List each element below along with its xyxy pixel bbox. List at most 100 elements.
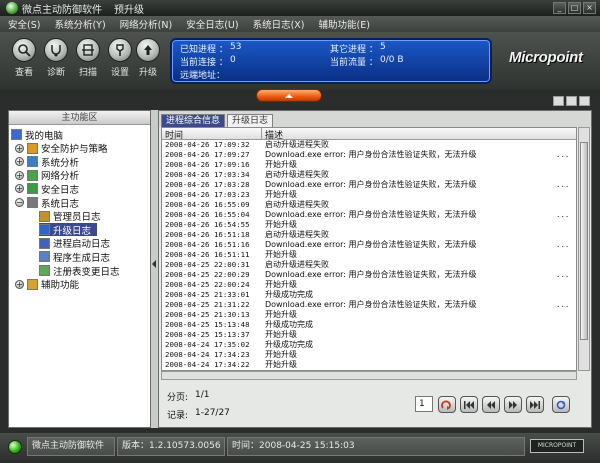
close-button[interactable]: × — [583, 2, 596, 14]
tab-bar: 进程综合信息 升级日志 — [159, 111, 591, 127]
table-row[interactable]: 2008-04-26 16:51:16 Download.exe error: 用… — [162, 240, 576, 250]
known-process-value: 53 — [230, 42, 242, 52]
cell-more — [556, 250, 576, 260]
view-mode-2-button[interactable] — [566, 96, 577, 106]
go-page-button[interactable] — [438, 396, 456, 413]
diagnose-button[interactable]: 诊断 — [42, 38, 70, 78]
minimize-button[interactable]: _ — [553, 2, 566, 14]
vertical-scrollbar[interactable] — [578, 127, 590, 371]
tree-item-label: 安全防护与策略 — [41, 144, 108, 156]
collapse-panel-button[interactable] — [256, 89, 322, 102]
table-row[interactable]: 2008-04-26 16:54:55 开始升级 — [162, 220, 576, 230]
column-time[interactable]: 时间 — [162, 128, 262, 141]
last-page-button[interactable] — [526, 396, 544, 413]
tree-item[interactable]: 我的电脑 — [11, 128, 63, 142]
tree-item-label: 系统日志 — [41, 198, 80, 210]
page-number-input[interactable]: 1 — [415, 396, 433, 412]
scan-button[interactable]: 扫描 — [74, 38, 102, 78]
table-row[interactable]: 2008-04-26 17:03:34 启动升级进程失败 — [162, 170, 576, 180]
previous-page-button[interactable] — [482, 396, 500, 413]
table-row[interactable]: 2008-04-24 17:34:23 开始升级 — [162, 350, 576, 360]
tree-expander-icon[interactable]: + — [15, 184, 24, 194]
tree-item[interactable]: 程序生成日志 — [39, 250, 116, 264]
table-row[interactable]: 2008-04-26 17:03:23 开始升级 — [162, 190, 576, 200]
tree-expander-icon[interactable]: − — [15, 198, 24, 207]
table-row[interactable]: 2008-04-26 17:03:28 Download.exe error: 用… — [162, 180, 576, 190]
menu-system-analysis[interactable]: 系统分析(Y) — [54, 17, 105, 31]
tree-item[interactable]: + 安全防护与策略 — [15, 142, 108, 155]
cell-time: 2008-04-25 21:30:13 — [165, 310, 250, 319]
refresh-log-button[interactable] — [552, 396, 570, 413]
tree-item[interactable]: 升级日志 — [39, 223, 98, 237]
tree-item[interactable]: + 辅助功能 — [15, 278, 79, 291]
cell-time: 2008-04-25 22:00:24 — [165, 280, 250, 289]
tree-node-icon — [39, 224, 50, 236]
cell-time: 2008-04-25 15:13:37 — [165, 330, 250, 339]
tree-expander-icon[interactable]: + — [15, 143, 24, 153]
menu-security-log[interactable]: 安全日志(U) — [186, 17, 238, 31]
column-description[interactable]: 描述 — [262, 128, 576, 141]
table-row[interactable]: 2008-04-26 16:55:09 启动升级进程失败 — [162, 200, 576, 210]
tree-expander-icon[interactable]: + — [15, 279, 24, 289]
menu-system-log[interactable]: 系统日志(X) — [253, 17, 305, 31]
maximize-button[interactable]: □ — [568, 2, 581, 14]
table-body: 2008-04-26 17:09:32 启动升级进程失败 2008-04-26 17… — [162, 140, 576, 370]
records-label: 记录: — [167, 411, 189, 421]
cell-more: ... — [556, 210, 570, 219]
table-row[interactable]: 2008-04-26 16:51:11 开始升级 — [162, 250, 576, 260]
cell-time: 2008-04-26 17:09:16 — [165, 160, 250, 169]
tree-item[interactable]: 管理员日志 — [39, 210, 107, 223]
table-row[interactable]: 2008-04-25 22:00:29 Download.exe error: 用… — [162, 270, 576, 280]
tree-item[interactable]: 注册表变更日志 — [39, 264, 126, 278]
cell-desc: Download.exe error: 用户身份合法性验证失败，无法升级 — [265, 270, 477, 279]
table-row[interactable]: 2008-04-26 17:09:27 Download.exe error: 用… — [162, 150, 576, 160]
view-mode-1-button[interactable] — [553, 96, 564, 106]
tree-item[interactable]: 进程启动日志 — [39, 237, 116, 250]
table-row[interactable]: 2008-04-26 17:09:16 开始升级 — [162, 160, 576, 170]
status-product: 微点主动防御软件 — [27, 437, 115, 456]
panel-splitter[interactable] — [151, 110, 158, 428]
table-row[interactable]: 2008-04-26 16:51:18 启动升级进程失败 — [162, 230, 576, 240]
upgrade-button[interactable]: 升级 — [134, 38, 162, 78]
menu-security[interactable]: 安全(S) — [8, 17, 40, 31]
scroll-thumb[interactable] — [580, 142, 588, 340]
tab-upgrade-log[interactable]: 升级日志 — [227, 114, 274, 127]
table-row[interactable]: 2008-04-25 21:33:01 升级成功完成 — [162, 290, 576, 300]
menu-bar: 安全(S) 系统分析(Y) 网络分析(N) 安全日志(U) 系统日志(X) 辅助… — [0, 16, 600, 32]
tree-item[interactable]: + 系统分析 — [15, 155, 79, 169]
table-row[interactable]: 2008-04-24 17:35:02 升级成功完成 — [162, 340, 576, 350]
cell-desc: 开始升级 — [265, 190, 297, 199]
tree-item[interactable]: + 网络分析 — [15, 169, 79, 182]
cell-more — [556, 170, 576, 180]
table-row[interactable]: 2008-04-24 17:34:22 开始升级 — [162, 360, 576, 370]
cell-desc: 升级成功完成 — [265, 340, 313, 349]
tree-expander-icon[interactable]: + — [15, 170, 24, 180]
tree-expander-icon[interactable]: + — [15, 157, 24, 167]
settings-button[interactable]: 设置 — [106, 38, 134, 78]
cell-more: ... — [556, 300, 570, 309]
cell-desc: Download.exe error: 用户身份合法性验证失败，无法升级 — [265, 150, 477, 159]
view-button[interactable]: 查看 — [10, 38, 38, 78]
cell-desc: 启动升级进程失败 — [265, 200, 329, 209]
menu-network-analysis[interactable]: 网络分析(N) — [120, 17, 173, 31]
table-row[interactable]: 2008-04-25 21:30:13 开始升级 — [162, 310, 576, 320]
table-row[interactable]: 2008-04-25 22:00:24 开始升级 — [162, 280, 576, 290]
menu-aux-functions[interactable]: 辅助功能(E) — [319, 17, 370, 31]
horizontal-scrollbar[interactable] — [161, 371, 577, 380]
next-page-button[interactable] — [504, 396, 522, 413]
view-mode-3-button[interactable] — [579, 96, 590, 106]
cell-time: 2008-04-26 17:03:28 — [165, 180, 250, 189]
tab-process-info[interactable]: 进程综合信息 — [161, 114, 226, 127]
tree-item[interactable]: − 系统日志 — [15, 196, 80, 210]
other-process-value: 5 — [380, 42, 386, 52]
cell-more: ... — [556, 150, 570, 159]
table-row[interactable]: 2008-04-25 22:00:31 启动升级进程失败 — [162, 260, 576, 270]
first-page-button[interactable] — [460, 396, 478, 413]
table-row[interactable]: 2008-04-25 21:31:22 Download.exe error: 用… — [162, 300, 576, 310]
table-row[interactable]: 2008-04-25 15:13:37 开始升级 — [162, 330, 576, 340]
tree-item[interactable]: + 安全日志 — [15, 182, 79, 196]
fast-forward-icon — [509, 400, 517, 409]
table-row[interactable]: 2008-04-25 15:13:48 升级成功完成 — [162, 320, 576, 330]
table-row[interactable]: 2008-04-26 17:09:32 启动升级进程失败 — [162, 140, 576, 150]
table-row[interactable]: 2008-04-26 16:55:04 Download.exe error: 用… — [162, 210, 576, 220]
